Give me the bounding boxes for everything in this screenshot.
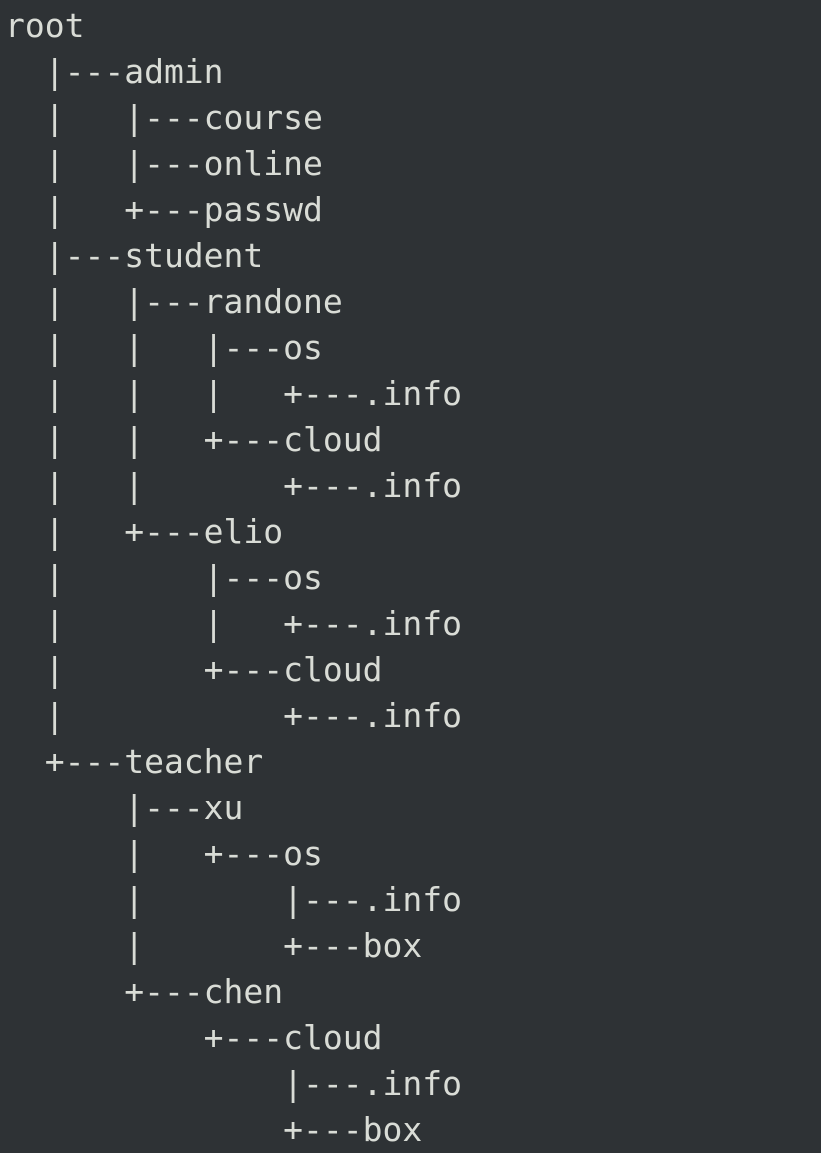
tree-line-info: | |---.info (5, 880, 462, 919)
tree-line-passwd: | +---passwd (5, 190, 323, 229)
tree-line-chen: +---chen (5, 972, 284, 1011)
directory-tree: root |---admin | |---course | |---online… (5, 3, 462, 1153)
tree-line-box: | +---box (5, 926, 423, 965)
tree-line-randone: | |---randone (5, 282, 343, 321)
tree-line-info: | +---.info (5, 696, 462, 735)
tree-line-os: | |---os (5, 558, 323, 597)
tree-line-student: |---student (5, 236, 264, 275)
tree-line-admin: |---admin (5, 52, 224, 91)
tree-line-info: | | +---.info (5, 604, 462, 643)
tree-line-info: | | +---.info (5, 466, 462, 505)
tree-line-cloud: +---cloud (5, 1018, 383, 1057)
tree-line-info: | | | +---.info (5, 374, 462, 413)
tree-line-elio: | +---elio (5, 512, 284, 551)
tree-line-info: |---.info (5, 1064, 462, 1103)
tree-line-root: root (5, 6, 85, 45)
tree-line-os: | | |---os (5, 328, 323, 367)
tree-line-xu: |---xu (5, 788, 244, 827)
tree-line-os: | +---os (5, 834, 323, 873)
tree-line-online: | |---online (5, 144, 323, 183)
tree-line-box: +---box (5, 1110, 423, 1149)
tree-line-teacher: +---teacher (5, 742, 264, 781)
tree-line-cloud: | | +---cloud (5, 420, 383, 459)
tree-line-cloud: | +---cloud (5, 650, 383, 689)
tree-line-course: | |---course (5, 98, 323, 137)
